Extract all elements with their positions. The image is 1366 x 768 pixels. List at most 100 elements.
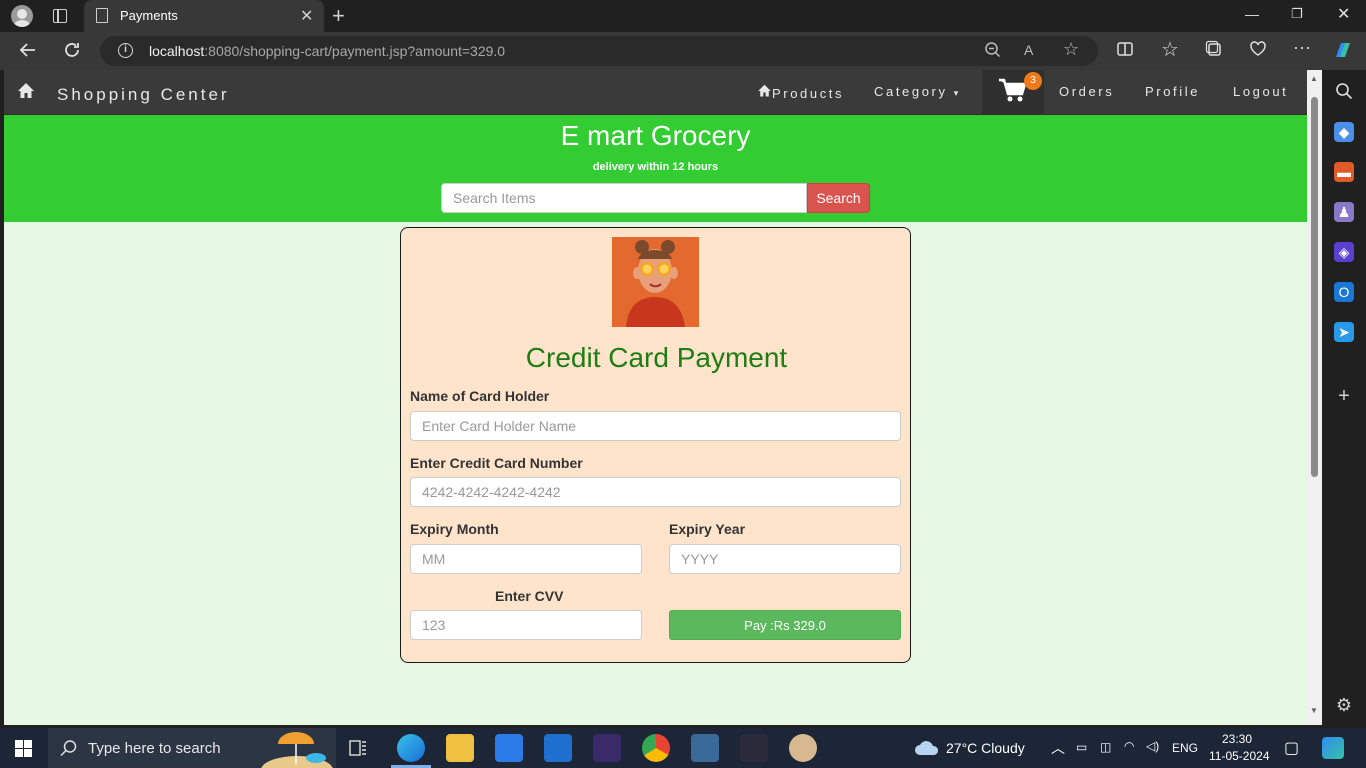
clock-date[interactable]: 11-05-2024 [1209,749,1270,763]
site-info-icon[interactable]: i [118,43,133,58]
java-ide-icon[interactable] [593,734,621,762]
language-indicator[interactable]: ENG [1172,741,1198,755]
browser-tab[interactable]: Payments ✕ [84,0,324,32]
refresh-icon[interactable] [62,40,82,65]
read-aloud-icon[interactable]: A [1024,42,1033,58]
payment-title: Credit Card Payment [525,342,788,373]
page-icon [96,8,108,23]
nav-products-label: Products [772,86,845,101]
home-icon[interactable] [17,82,35,100]
outlook-icon[interactable]: O [1334,282,1354,302]
paint-app-icon[interactable] [789,734,817,762]
clock-time[interactable]: 23:30 [1222,732,1252,746]
games-icon[interactable]: ♟ [1334,202,1354,222]
close-window-icon[interactable]: ✕ [1337,4,1350,24]
nav-products[interactable]: Products [757,84,844,101]
send-icon[interactable]: ➤ [1334,322,1354,342]
url-text: localhost:8080/shopping-cart/payment.jsp… [149,43,506,59]
show-hidden-icons[interactable]: ︿ [1051,738,1065,758]
nav-logout[interactable]: Logout [1233,84,1288,99]
expiry-month-label: Expiry Month [410,521,499,537]
page-scrollbar[interactable]: ▲ ▼ [1307,70,1322,725]
pay-button[interactable]: Pay :Rs 329.0 [669,610,901,640]
minimize-icon[interactable]: — [1245,6,1259,22]
terminal-icon[interactable] [740,734,768,762]
new-tab-icon[interactable]: + [332,3,345,29]
profile-icon[interactable] [11,5,33,27]
sidebar-settings-icon[interactable]: ⚙ [1334,695,1354,715]
performance-icon[interactable] [1249,40,1267,63]
nav-orders[interactable]: Orders [1059,84,1114,99]
address-bar[interactable]: i localhost:8080/shopping-cart/payment.j… [100,36,1098,66]
taskbar-copilot-icon[interactable] [1322,737,1344,759]
payment-card: Credit Card Payment Name of Card Holder … [400,227,911,663]
zoom-out-icon[interactable] [984,41,1002,64]
payment-illustration-image [612,237,699,327]
weather-text[interactable]: 27°C Cloudy [946,740,1025,756]
taskbar-search-box[interactable]: Type here to search [48,728,336,768]
favorites-icon[interactable]: ☆ [1161,37,1179,62]
expiry-year-input[interactable] [669,544,901,574]
battery-icon[interactable]: ▭ [1076,740,1087,754]
wifi-icon[interactable]: ◠ [1124,739,1134,753]
nav-category-label: Category [874,84,948,99]
page-viewport: Shopping Center Products Category ▾ 3 Or… [4,70,1307,725]
tools-briefcase-icon[interactable]: ▬ [1334,162,1354,182]
favorite-star-icon[interactable]: ☆ [1063,39,1079,60]
meet-now-icon[interactable]: ◫ [1100,740,1111,754]
beach-umbrella-icon [261,732,333,768]
cloud-weather-icon [915,741,939,755]
scroll-thumb[interactable] [1311,97,1318,477]
mysql-workbench-icon[interactable] [691,734,719,762]
notifications-icon[interactable]: ▢ [1284,738,1299,758]
search-input[interactable] [441,183,807,213]
taskbar-search-icon [60,740,77,757]
cart-button[interactable]: 3 [982,70,1044,114]
card-holder-input[interactable] [410,411,901,441]
windows-taskbar: Type here to search 27°C Cloudy ︿ ▭ ◫ ◠ … [0,728,1366,768]
edge-sidebar: ◆ ▬ ♟ ◈ O ➤ + ⚙ [1322,70,1366,725]
browser-titlebar: Payments ✕ + — ❐ ✕ [0,0,1366,32]
restore-icon[interactable]: ❐ [1291,6,1303,22]
sidebar-search-icon[interactable] [1334,82,1354,102]
office-icon[interactable]: ◈ [1334,242,1354,262]
tab-title: Payments [120,8,178,23]
card-number-input[interactable] [410,477,901,507]
search-button[interactable]: Search [807,183,870,213]
cart-count-badge: 3 [1024,72,1042,90]
task-view-icon[interactable] [348,738,376,766]
shopping-tag-icon[interactable]: ◆ [1334,122,1354,142]
more-options-icon[interactable]: ··· [1293,37,1311,58]
nav-category[interactable]: Category ▾ [874,84,961,99]
collections-icon[interactable] [1205,40,1223,63]
file-explorer-icon[interactable] [446,734,474,762]
browser-toolbar: i localhost:8080/shopping-cart/payment.j… [0,32,1366,70]
windows-start-icon[interactable] [15,740,32,757]
edge-app-icon[interactable] [397,734,425,762]
volume-icon[interactable]: ◁) [1146,739,1159,753]
store-title: E mart Grocery [560,120,751,151]
add-sidebar-app-icon[interactable]: + [1334,386,1354,406]
store-subtitle: delivery within 12 hours [592,161,719,173]
scroll-up-icon[interactable]: ▲ [1310,74,1318,83]
microsoft-store-icon[interactable] [495,734,523,762]
copilot-icon[interactable] [1332,39,1354,66]
expiry-month-input[interactable] [410,544,642,574]
caret-down-icon: ▾ [953,88,961,98]
mail-icon[interactable] [544,734,572,762]
close-tab-icon[interactable]: ✕ [300,6,313,26]
expiry-year-label: Expiry Year [669,521,746,537]
nav-profile[interactable]: Profile [1145,84,1200,99]
split-screen-icon[interactable] [1116,40,1134,63]
tab-actions-icon[interactable] [53,9,67,23]
back-icon[interactable] [18,40,38,65]
cvv-label: Enter CVV [495,588,564,604]
card-number-label: Enter Credit Card Number [410,455,583,471]
products-home-icon [758,84,771,97]
scroll-down-icon[interactable]: ▼ [1310,706,1318,715]
card-holder-label: Name of Card Holder [410,388,550,404]
brand-name[interactable]: Shopping Center [57,85,230,105]
chrome-app-icon[interactable] [642,734,670,762]
cvv-input[interactable] [410,610,642,640]
taskbar-search-placeholder: Type here to search [88,740,221,757]
